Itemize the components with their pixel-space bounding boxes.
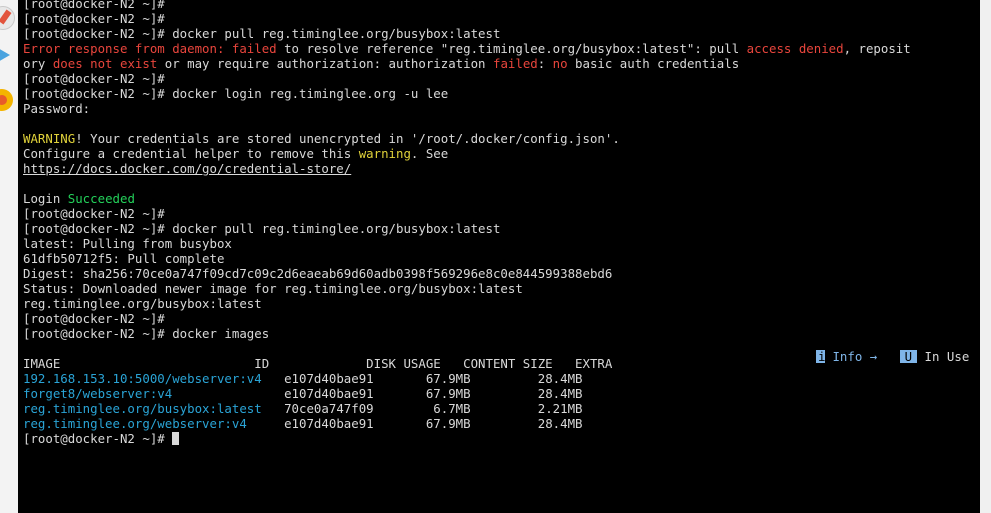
table-row: 192.168.153.10:5000/webserver:v4 e107d40…: [23, 371, 911, 386]
output-line: latest: Pulling from busybox: [23, 236, 911, 251]
output-text: latest: Pulling from busybox: [23, 236, 232, 251]
error-keyword: no: [552, 56, 568, 71]
command-line: [root@docker-N2 ~]# docker login reg.tim…: [23, 86, 911, 101]
output-line: 61dfb50712f5: Pull complete: [23, 251, 911, 266]
success-keyword: Succeeded: [67, 191, 135, 206]
image-details: e107d40bae91 67.9MB 28.4MB: [172, 386, 583, 401]
prompt-line: [root@docker-N2 ~]#: [23, 0, 911, 11]
output-line: Configure a credential helper to remove …: [23, 146, 911, 161]
output-line: Digest: sha256:70ce0a747f09cd7c09c2d6eae…: [23, 266, 911, 281]
output-line: Password:: [23, 101, 911, 116]
prompt-text: [root@docker-N2 ~]#: [23, 71, 165, 86]
output-line: reg.timinglee.org/busybox:latest: [23, 296, 911, 311]
image-name: 192.168.153.10:5000/webserver:v4: [23, 371, 262, 386]
error-keyword: does not exist: [52, 56, 158, 71]
send-app-icon[interactable]: [0, 44, 13, 66]
output-text: . See: [410, 146, 449, 161]
info-label: Info →: [825, 349, 878, 364]
table-header-text: IMAGE ID DISK USAGE CONTENT SIZE EXTRA: [23, 356, 613, 371]
app-shortcut-icon[interactable]: [0, 6, 15, 30]
desktop-side-strip: [0, 0, 18, 513]
command-text: docker pull reg.timinglee.org/busybox:la…: [164, 221, 501, 236]
prompt-text: [root@docker-N2 ~]#: [23, 206, 165, 221]
command-line: [root@docker-N2 ~]# docker images: [23, 326, 911, 341]
output-text: :: [537, 56, 553, 71]
output-text: Configure a credential helper to remove …: [23, 146, 359, 161]
terminal-output: [root@docker-N2 ~]# [root@docker-N2 ~]# …: [23, 0, 911, 446]
output-text: ! Your credentials are stored unencrypte…: [75, 131, 620, 146]
table-row: reg.timinglee.org/busybox:latest 70ce0a7…: [23, 401, 911, 416]
prompt-text: [root@docker-N2 ~]#: [23, 11, 165, 26]
prompt-line: [root@docker-N2 ~]#: [23, 71, 911, 86]
output-line: https://docs.docker.com/go/credential-st…: [23, 161, 911, 176]
in-use-chip: U: [899, 350, 918, 363]
table-row: reg.timinglee.org/webserver:v4 e107d40ba…: [23, 416, 911, 431]
error-keyword: failed: [492, 56, 538, 71]
active-prompt-line[interactable]: [root@docker-N2 ~]#: [23, 431, 911, 446]
image-name: forget8/webserver:v4: [23, 386, 173, 401]
prompt-text: [root@docker-N2 ~]#: [23, 431, 165, 446]
output-text: basic auth credentials: [567, 56, 740, 71]
image-details: e107d40bae91 67.9MB 28.4MB: [246, 416, 583, 431]
prompt-line: [root@docker-N2 ~]#: [23, 311, 911, 326]
error-line: Error response from daemon: failed to re…: [23, 41, 911, 56]
prompt-text: [root@docker-N2 ~]#: [23, 26, 165, 41]
command-line: [root@docker-N2 ~]# docker pull reg.timi…: [23, 26, 911, 41]
output-text: ory: [23, 56, 53, 71]
error-keyword: access denied: [746, 41, 844, 56]
output-text: 61dfb50712f5: Pull complete: [23, 251, 225, 266]
scrollbar[interactable]: [980, 0, 991, 513]
output-text: reg.timinglee.org/busybox:latest: [23, 296, 262, 311]
prompt-line: [root@docker-N2 ~]#: [23, 206, 911, 221]
image-details: 70ce0a747f09 6.7MB 2.21MB: [261, 401, 583, 416]
output-text: to resolve reference "reg.timinglee.org/…: [276, 41, 747, 56]
output-text: Status: Downloaded newer image for reg.t…: [23, 281, 523, 296]
command-line: [root@docker-N2 ~]# docker pull reg.timi…: [23, 221, 911, 236]
in-use-label: In Use: [917, 349, 970, 364]
prompt-text: [root@docker-N2 ~]#: [23, 86, 165, 101]
prompt-text: [root@docker-N2 ~]#: [23, 0, 165, 11]
error-text: Error response from daemon:: [23, 41, 232, 56]
prompt-text: [root@docker-N2 ~]#: [23, 311, 165, 326]
terminal-cursor: [172, 432, 180, 445]
password-prompt: Password:: [23, 101, 91, 116]
prompt-line: [root@docker-N2 ~]#: [23, 11, 911, 26]
info-chip: i: [816, 349, 826, 364]
images-table-header: IMAGE ID DISK USAGE CONTENT SIZE EXTRA: [23, 356, 911, 371]
output-text: or may require authorization: authorizat…: [157, 56, 493, 71]
output-text: Login: [23, 191, 68, 206]
output-line: Status: Downloaded newer image for reg.t…: [23, 281, 911, 296]
credential-store-link[interactable]: https://docs.docker.com/go/credential-st…: [23, 161, 351, 176]
error-line: ory does not exist or may require author…: [23, 56, 911, 71]
image-details: e107d40bae91 67.9MB 28.4MB: [261, 371, 583, 386]
image-name: reg.timinglee.org/busybox:latest: [23, 401, 262, 416]
terminal-window[interactable]: [root@docker-N2 ~]# [root@docker-N2 ~]# …: [18, 0, 980, 513]
warning-keyword: warning: [358, 146, 411, 161]
warning-keyword: WARNING: [23, 131, 76, 146]
table-row: forget8/webserver:v4 e107d40bae91 67.9MB…: [23, 386, 911, 401]
browser-app-icon[interactable]: [0, 89, 13, 111]
command-text: docker pull reg.timinglee.org/busybox:la…: [164, 26, 501, 41]
image-name: reg.timinglee.org/webserver:v4: [23, 416, 247, 431]
prompt-text: [root@docker-N2 ~]#: [23, 221, 165, 236]
error-keyword: failed: [231, 41, 277, 56]
command-text: docker login reg.timinglee.org -u lee: [164, 86, 449, 101]
digest-text: Digest: sha256:70ce0a747f09cd7c09c2d6eae…: [23, 266, 613, 281]
images-legend: i Info → U In Use: [816, 349, 969, 364]
output-text: , reposit: [843, 41, 911, 56]
output-line: Login Succeeded: [23, 191, 911, 206]
command-text: docker images: [164, 326, 270, 341]
warning-line: WARNING! Your credentials are stored une…: [23, 131, 911, 146]
prompt-text: [root@docker-N2 ~]#: [23, 326, 165, 341]
